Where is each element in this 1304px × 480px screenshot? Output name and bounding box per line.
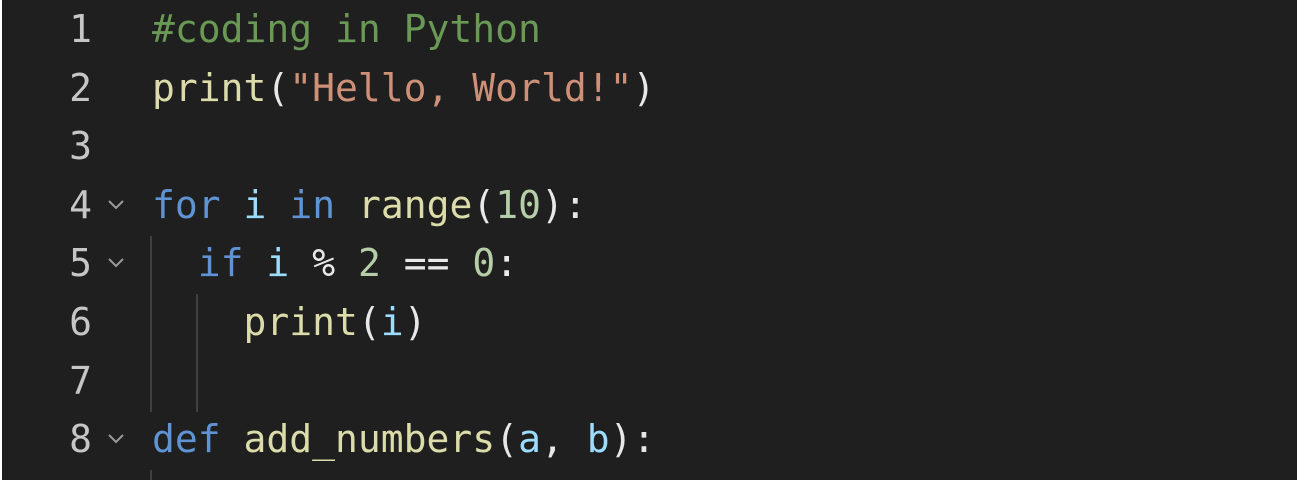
code-token: ( bbox=[357, 300, 381, 344]
code-token: ( bbox=[495, 417, 519, 462]
code-token: range bbox=[357, 182, 473, 227]
line-number: 1 bbox=[69, 7, 92, 51]
code-token: def bbox=[152, 417, 221, 462]
code-token: i bbox=[380, 300, 404, 344]
code-token: : bbox=[495, 241, 519, 286]
line-number: 6 bbox=[69, 300, 92, 344]
code-token: 0 bbox=[472, 241, 496, 286]
code-line[interactable]: 8 def add_numbers(a, b): bbox=[2, 410, 1297, 468]
code-token: print bbox=[243, 300, 358, 344]
code-token: , bbox=[540, 417, 587, 462]
code-token: ( bbox=[266, 65, 290, 110]
code-text: #coding in Python bbox=[152, 0, 541, 58]
line-number: 8 bbox=[69, 417, 92, 462]
code-token: ( bbox=[472, 182, 496, 227]
code-token: for bbox=[152, 182, 221, 227]
code-line[interactable]: 7 bbox=[2, 352, 1297, 410]
indent-guide bbox=[150, 470, 152, 480]
code-text: def add_numbers(a, b): bbox=[152, 410, 655, 468]
code-token: print bbox=[152, 65, 267, 110]
code-line[interactable]: 2 print("Hello, World!") bbox=[2, 59, 1297, 117]
code-token: % bbox=[289, 241, 358, 286]
code-token: ) bbox=[403, 300, 427, 344]
code-token: == bbox=[380, 241, 473, 286]
code-token: if bbox=[197, 241, 244, 286]
line-number: 7 bbox=[69, 358, 92, 403]
code-token: in bbox=[289, 182, 336, 227]
line-number: 3 bbox=[69, 124, 92, 169]
code-token: a bbox=[518, 417, 541, 462]
code-token: #coding in Python bbox=[152, 7, 541, 51]
code-token: i bbox=[243, 182, 267, 227]
line-number: 4 bbox=[69, 182, 92, 227]
code-token: "Hello, World!" bbox=[289, 65, 633, 110]
code-token: 10 bbox=[495, 182, 542, 227]
code-token: b bbox=[586, 417, 610, 462]
code-text: print(i) bbox=[152, 293, 427, 351]
code-line[interactable]: 5 if i % 2 == 0: bbox=[2, 234, 1297, 292]
chevron-down-icon[interactable] bbox=[106, 426, 126, 450]
line-number: 5 bbox=[69, 241, 92, 286]
code-line[interactable]: 3 bbox=[2, 117, 1297, 175]
chevron-down-icon[interactable] bbox=[106, 192, 126, 216]
code-token: 2 bbox=[357, 241, 381, 286]
code-token: i bbox=[266, 241, 290, 286]
code-text: if i % 2 == 0: bbox=[152, 234, 518, 292]
code-token: ): bbox=[609, 417, 656, 462]
code-text: for i in range(10): bbox=[152, 176, 587, 234]
code-editor[interactable]: 1 #coding in Python 2 print("Hello, World!"… bbox=[2, 0, 1297, 480]
line-number: 2 bbox=[69, 65, 92, 110]
code-token: add_numbers bbox=[243, 417, 496, 462]
code-line[interactable]: 1 #coding in Python bbox=[2, 0, 1297, 58]
code-line[interactable]: 4 for i in range(10): bbox=[2, 176, 1297, 234]
code-line[interactable]: 6 print(i) bbox=[2, 293, 1297, 351]
code-text: print("Hello, World!") bbox=[152, 59, 655, 117]
chevron-down-icon[interactable] bbox=[106, 250, 126, 274]
code-token: ) bbox=[632, 65, 656, 110]
code-token: ): bbox=[541, 182, 587, 227]
